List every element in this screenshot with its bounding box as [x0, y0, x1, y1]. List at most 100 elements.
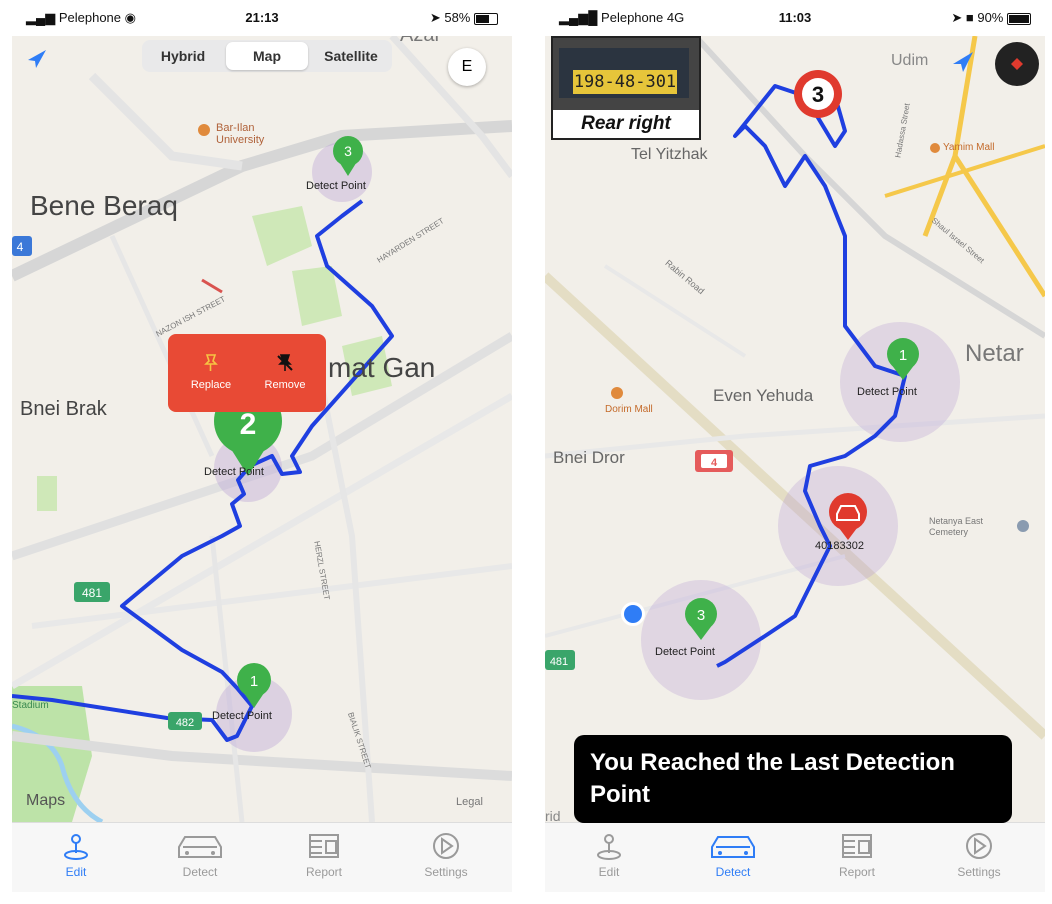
plate-capture-thumbnail[interactable]: 198-48-301 Rear right: [551, 36, 701, 140]
map-label: Netanya East Cemetery: [929, 516, 984, 537]
tab-settings[interactable]: Settings: [929, 831, 1029, 879]
status-bar: ▂▄▆ Pelephone ◉ 21:13 ➤ 58%: [12, 0, 512, 36]
road: [603, 264, 747, 358]
detection-complete-toast: You Reached the Last Detection Point: [574, 735, 1012, 823]
map-type-satellite[interactable]: Satellite: [310, 40, 392, 72]
pin-number: 3: [697, 607, 705, 624]
map-label: Yamim Mall: [943, 142, 995, 153]
map-label: Dorim Mall: [605, 404, 653, 415]
mall-icon: [611, 387, 623, 399]
route-end-badge[interactable]: 3: [794, 70, 842, 118]
map-label: Udim: [891, 52, 929, 69]
tab-report[interactable]: Report: [274, 831, 374, 879]
detect-point-label: Detect Point: [212, 710, 272, 722]
remove-button[interactable]: Remove: [250, 354, 320, 391]
map-type-control[interactable]: Hybrid Map Satellite: [142, 40, 392, 72]
tab-report[interactable]: Report: [807, 831, 907, 879]
compass[interactable]: [995, 42, 1039, 86]
tab-bar: Edit Detect Report Settings: [12, 822, 512, 892]
map-label: Bene Beraq: [30, 190, 178, 221]
map-label: rid: [545, 808, 561, 822]
park-area: [37, 476, 57, 511]
detect-point-label: Detect Point: [204, 466, 264, 478]
battery-level: [1009, 14, 1029, 23]
tab-edit[interactable]: Edit: [559, 831, 659, 879]
car-marker-label: 40183302: [815, 540, 864, 552]
svg-text:481: 481: [550, 656, 568, 668]
report-icon: [842, 834, 872, 858]
pin-number: 3: [344, 143, 352, 159]
map-label: Stadium: [12, 700, 49, 711]
detect-point-label: Detect Point: [857, 386, 917, 398]
legal-link[interactable]: Legal: [456, 796, 483, 808]
battery-icon: [1007, 12, 1031, 25]
remove-pin-icon: [277, 354, 293, 371]
mall-icon: [930, 143, 940, 153]
pin-icon: [597, 834, 621, 860]
battery-status: ➤ 58%: [430, 10, 498, 26]
pin-action-popup: Replace Remove: [168, 334, 326, 412]
map-canvas: 3 2 1 481 482 4: [12, 36, 512, 822]
road: [952, 154, 1045, 298]
tab-edit[interactable]: Edit: [26, 831, 126, 879]
tab-detect[interactable]: Detect: [150, 831, 250, 879]
map-view[interactable]: 3 2 1 481 482 4 Hybrid Map Satellite E B…: [12, 36, 512, 822]
lock-icon: ■: [965, 10, 974, 25]
pin-icon: [204, 354, 218, 371]
map-label: mat Gan: [328, 352, 436, 383]
detect-point-label: Detect Point: [306, 180, 366, 192]
tab-settings[interactable]: Settings: [396, 831, 496, 879]
map-type-map[interactable]: Map: [226, 42, 308, 70]
car-icon: [178, 836, 222, 858]
road-shield: 4: [695, 450, 733, 472]
svg-text:4: 4: [17, 240, 24, 254]
car-icon: [711, 836, 755, 858]
road: [884, 144, 1045, 198]
map-label: Bnei Dror: [553, 448, 625, 467]
university-icon: [198, 124, 210, 136]
pin-number: 2: [240, 408, 257, 441]
map-type-hybrid[interactable]: Hybrid: [142, 40, 224, 72]
plate-number: 198-48-301: [573, 70, 677, 94]
settings-icon: [966, 833, 992, 859]
compass-heading: E: [461, 58, 473, 75]
map-label: Tel Yitzhak: [631, 146, 708, 163]
road-shield: 482: [168, 712, 202, 730]
plate-photo: 198-48-301: [559, 48, 689, 98]
battery-level: [476, 14, 489, 23]
map-label: Azar: [400, 36, 441, 47]
user-location-dot: [624, 605, 642, 623]
replace-button[interactable]: Replace: [176, 354, 246, 391]
location-arrow-icon: ➤: [429, 10, 441, 25]
svg-text:481: 481: [82, 586, 102, 600]
map-label: Bar-Ilan University: [216, 122, 265, 146]
phone-screen-detect: ▂▄▆█ Pelephone 4G 11:03 ➤ ■ 90% 3 1 3 4 …: [545, 0, 1045, 892]
road: [922, 36, 978, 237]
road-shield: 481: [74, 582, 110, 602]
svg-text:482: 482: [176, 717, 194, 729]
location-arrow-icon[interactable]: [28, 50, 46, 68]
map-label: Bnei Brak: [20, 398, 107, 420]
tab-detect[interactable]: Detect: [683, 831, 783, 879]
battery-icon: [474, 12, 498, 25]
road-shield: 481: [545, 650, 575, 670]
pin-number: 1: [250, 673, 258, 690]
status-bar: ▂▄▆█ Pelephone 4G 11:03 ➤ ■ 90%: [545, 0, 1045, 36]
map-label: Even Yehuda: [713, 386, 814, 405]
settings-icon: [433, 833, 459, 859]
battery-status: ➤ ■ 90%: [951, 10, 1031, 26]
svg-text:4: 4: [711, 457, 718, 469]
location-arrow-icon: ➤: [951, 10, 963, 25]
map-view[interactable]: 3 1 3 4 481 Tel Yitzhak Udim Netar Even …: [545, 36, 1045, 822]
map-label: Netar: [965, 340, 1024, 367]
compass[interactable]: E: [448, 48, 486, 86]
phone-screen-edit: ▂▄▆ Pelephone ◉ 21:13 ➤ 58% 3 2 1 481 48…: [12, 0, 512, 892]
traffic-segment: [201, 278, 223, 294]
park-area: [252, 206, 312, 266]
report-icon: [309, 834, 339, 858]
pin-number: 1: [899, 347, 907, 364]
detect-point-label: Detect Point: [655, 646, 715, 658]
road-shield: 4: [12, 236, 32, 256]
pin-icon: [64, 834, 88, 860]
map-canvas: 3 1 3 4 481: [545, 36, 1045, 740]
